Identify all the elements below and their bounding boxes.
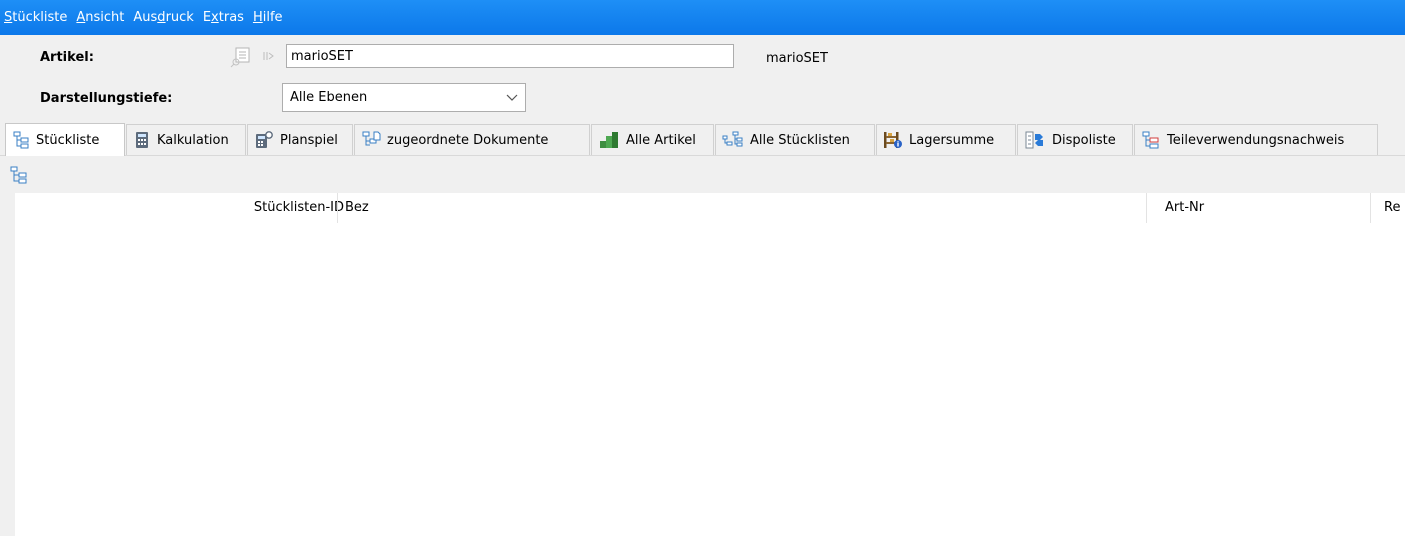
dispo-arrows-icon [1025,131,1043,149]
stueckliste-tree-table[interactable]: Stücklisten-ID Bez Art-Nr Re [15,193,1405,536]
calculator-gear-icon [256,131,273,148]
column-header-art-nr[interactable]: Art-Nr [1165,200,1204,215]
menu-stueckliste[interactable]: Stückliste [4,10,67,25]
column-separator[interactable] [337,193,338,223]
column-header-re[interactable]: Re [1384,200,1400,215]
menu-ansicht[interactable]: Ansicht [76,10,124,25]
menu-ausdruck[interactable]: Ausdruck [133,10,193,25]
multi-tree-icon [722,131,743,147]
tab-label: Planspiel [280,132,338,148]
darstellungstiefe-value: Alle Ebenen [290,90,368,105]
tab-label: Stückliste [36,132,100,148]
tab-label: Alle Artikel [626,132,696,148]
column-separator[interactable] [1370,193,1371,223]
tab-label: Teileverwendungsnachweis [1167,132,1345,148]
chevron-down-icon [505,90,519,108]
artikel-label: Artikel: [40,50,94,65]
darstellungstiefe-select[interactable]: Alle Ebenen [282,83,526,112]
tab-label: Dispoliste [1052,132,1116,148]
tab-label: zugeordnete Dokumente [387,132,549,148]
document-tree-icon [362,131,381,146]
tab-teileverwendungsnachweis[interactable]: Teileverwendungsnachweis [1134,124,1378,155]
tab-label: Kalkulation [157,132,229,148]
tab-bar: Stückliste Kalkulation Planspiel zugeord… [0,123,1405,156]
tab-dispoliste[interactable]: Dispoliste [1017,124,1133,155]
tab-lagersumme[interactable]: Lagersumme [876,124,1016,155]
tab-planspiel[interactable]: Planspiel [247,124,353,155]
darstellungstiefe-label: Darstellungstiefe: [40,91,173,106]
menu-hilfe[interactable]: Hilfe [253,10,283,25]
menu-bar: Stückliste Ansicht Ausdruck Extras Hilfe [0,0,1405,35]
calculator-icon [136,132,148,148]
tree-icon [13,131,29,149]
artikel-input[interactable] [286,44,734,68]
expand-tree-icon[interactable] [10,166,30,188]
artikel-bezeichnung: marioSET [766,51,828,66]
tab-stueckliste[interactable]: Stückliste [5,123,125,156]
tab-alle-stuecklisten[interactable]: Alle Stücklisten [715,124,875,155]
column-header-stuecklisten-id[interactable]: Stücklisten-ID [254,200,344,215]
menu-extras[interactable]: Extras [203,10,244,25]
artikel-lookup-icon[interactable] [230,45,252,73]
tab-label: Alle Stücklisten [750,132,850,148]
column-separator[interactable] [1146,193,1147,223]
tab-zugeordnete-dokumente[interactable]: zugeordnete Dokumente [354,124,590,155]
go-to-icon[interactable] [261,49,275,67]
column-header-bez[interactable]: Bez [345,200,369,215]
green-stairs-icon [600,132,618,148]
tab-kalkulation[interactable]: Kalkulation [126,124,246,155]
tab-label: Lagersumme [909,132,995,148]
tab-alle-artikel[interactable]: Alle Artikel [591,124,714,155]
shelf-info-icon [884,132,902,148]
tree-red-icon [1142,131,1159,149]
